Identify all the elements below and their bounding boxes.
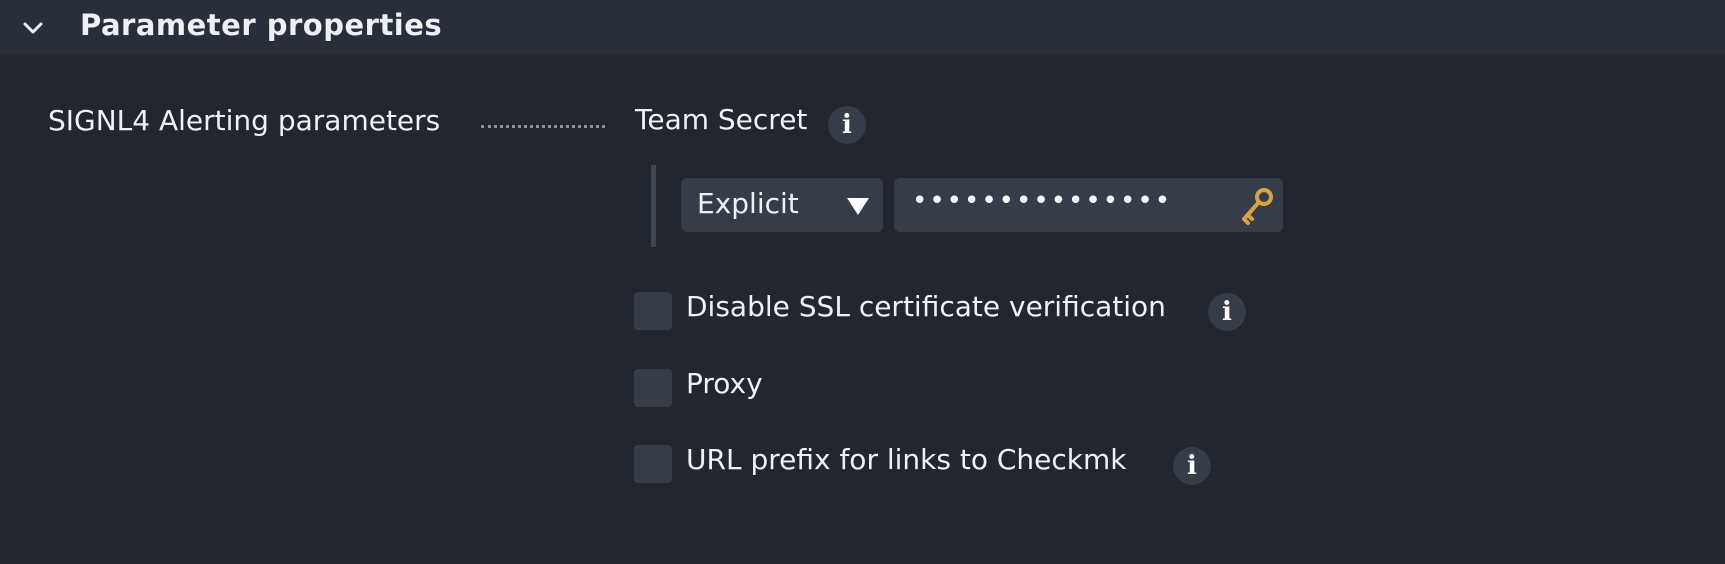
info-icon[interactable]: i [1208, 293, 1246, 331]
secret-mode-select[interactable]: Explicit [681, 178, 883, 232]
nesting-indicator [651, 165, 656, 247]
dotted-leader [481, 125, 605, 128]
chevron-down-icon[interactable] [20, 15, 46, 41]
parameter-properties-panel: Parameter properties SIGNL4 Alerting par… [0, 0, 1725, 564]
url-prefix-checkbox[interactable] [634, 445, 672, 483]
proxy-label: Proxy [686, 367, 763, 400]
url-prefix-label: URL prefix for links to Checkmk [686, 443, 1127, 476]
info-icon[interactable]: i [1173, 447, 1211, 485]
section-title: Parameter properties [80, 8, 443, 42]
team-secret-label: Team Secret [635, 103, 808, 136]
team-secret-password-input[interactable]: ••••••••••••••• [894, 178, 1283, 232]
section-header[interactable]: Parameter properties [0, 0, 1725, 55]
disable-ssl-label: Disable SSL certificate verification [686, 290, 1166, 323]
parameter-label: SIGNL4 Alerting parameters [48, 104, 441, 137]
info-icon[interactable]: i [828, 106, 866, 144]
key-icon[interactable] [1237, 186, 1275, 226]
dropdown-arrow-icon [847, 198, 869, 215]
proxy-checkbox[interactable] [634, 369, 672, 407]
password-masked-value: ••••••••••••••• [912, 186, 1173, 216]
disable-ssl-checkbox[interactable] [634, 292, 672, 330]
secret-mode-value: Explicit [697, 187, 799, 220]
